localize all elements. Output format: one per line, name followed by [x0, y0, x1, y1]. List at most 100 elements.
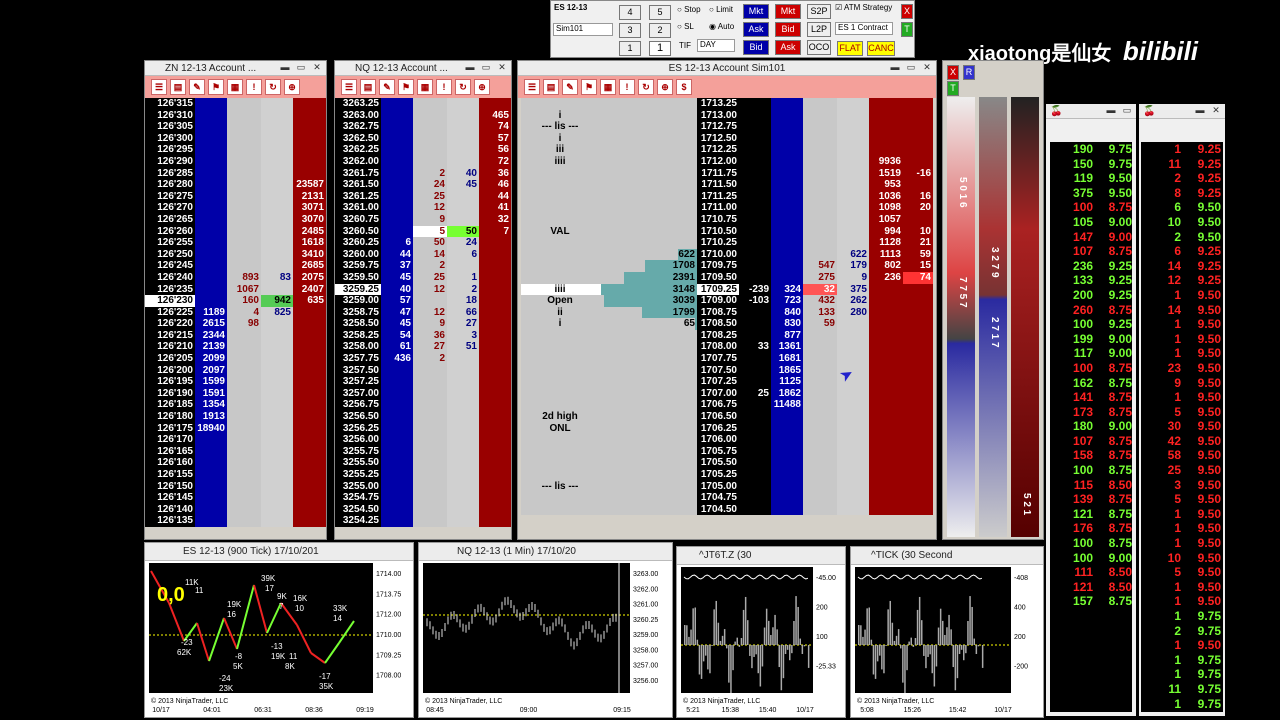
ladder-row[interactable]: Open 3039 1709.00 -103 723 432 262	[521, 295, 936, 307]
close-x-button[interactable]: X	[901, 4, 913, 19]
minimize-icon[interactable]: ▬	[1104, 105, 1118, 117]
tif-select[interactable]: DAY	[697, 39, 735, 52]
ladder-row[interactable]: 126'255 1618	[145, 237, 326, 249]
doc-icon[interactable]: ▤	[543, 79, 559, 95]
ladder-row[interactable]: 1706.00	[521, 434, 936, 446]
ladder-row[interactable]: 126'135	[145, 515, 326, 527]
qty-4-button[interactable]: 4	[619, 5, 641, 20]
clip-icon[interactable]: ▦	[417, 79, 433, 95]
tick-chart-plot[interactable]: -408400200-200-377.675:0815:2615:4210/17…	[855, 567, 1041, 715]
l2p-button[interactable]: L2P	[807, 22, 831, 37]
doc-icon[interactable]: ▤	[170, 79, 186, 95]
ladder-row[interactable]: 126'160	[145, 457, 326, 469]
flat-button[interactable]: FLAT	[837, 41, 863, 56]
ladder-row[interactable]: 3261.25 25 44	[335, 190, 511, 203]
ladder-row[interactable]: 1706.75 11488	[521, 399, 936, 412]
ladder-row[interactable]: i 65 1708.50 830 59	[521, 318, 936, 330]
ladder-row[interactable]: 126'315	[145, 98, 326, 110]
ladder-row[interactable]: 126'230 160 942 635	[145, 295, 326, 307]
close-icon[interactable]: ✕	[495, 62, 509, 74]
ladder-row[interactable]: 3258.75 47 12 66	[335, 306, 511, 319]
buy-bid-button[interactable]: Bid	[743, 40, 769, 55]
ladder-row[interactable]: 3255.25	[335, 469, 511, 481]
ladder-row[interactable]: 1711.00 1098 20	[521, 202, 936, 214]
ladder-row[interactable]: 126'140	[145, 503, 326, 516]
ladder-row[interactable]: 3254.75	[335, 492, 511, 504]
ladder-row[interactable]: 126'290	[145, 155, 326, 168]
ladder-row[interactable]: 126'150	[145, 480, 326, 493]
s2p-button[interactable]: S2P	[807, 4, 831, 19]
meter-x-button[interactable]: X	[947, 65, 959, 80]
ladder-row[interactable]: 1705.25	[521, 469, 936, 481]
ladder-row[interactable]: 3260.25 6 50 24	[335, 237, 511, 249]
ladder-row[interactable]: 1707.25 1125	[521, 376, 936, 388]
close-icon[interactable]: ✕	[920, 62, 934, 74]
ladder-row[interactable]: 3257.00	[335, 387, 511, 400]
ladder-row[interactable]: 1707.50 1865	[521, 364, 936, 377]
ladder-row[interactable]: 126'295	[145, 144, 326, 156]
ladder-row[interactable]: 3262.25 56	[335, 144, 511, 156]
ladder-row[interactable]: 3255.00	[335, 480, 511, 493]
ladder-row[interactable]: 126'240 893 83 2075	[145, 271, 326, 284]
ladder-row[interactable]: 126'270 3071	[145, 202, 326, 214]
ladder-row[interactable]: iii 1712.25	[521, 144, 936, 156]
close-icon[interactable]: ✕	[310, 62, 324, 74]
clip-icon[interactable]: ▦	[600, 79, 616, 95]
atm-strategy-checkbox[interactable]: ☑ ATM Strategy	[835, 3, 892, 12]
ladder-row[interactable]: 1708.25 877	[521, 329, 936, 342]
ladder-row[interactable]: ii 1799 1708.75 840 133 280	[521, 306, 936, 319]
ladder-row[interactable]: 126'305	[145, 121, 326, 133]
ladder-row[interactable]: ONL 1706.25	[521, 422, 936, 435]
ladder-row[interactable]: 1704.75	[521, 492, 936, 504]
ladder-row[interactable]: 3261.75 2 40 36	[335, 167, 511, 180]
pin-icon[interactable]: ⊕	[474, 79, 490, 95]
sl-radio[interactable]: ○ SL	[677, 22, 694, 31]
refresh-icon[interactable]: ↻	[638, 79, 654, 95]
ladder-row[interactable]: 3260.75 9 32	[335, 213, 511, 226]
maximize-icon[interactable]: ▭	[904, 62, 918, 74]
meter-t-button[interactable]: T	[947, 81, 959, 96]
es-price-ladder[interactable]: 1713.25 i 1713.00 --- lis --- 1712.75 i 1712.5…	[521, 98, 936, 539]
pencil-icon[interactable]: ✎	[189, 79, 205, 95]
ladder-row[interactable]: 126'200 2097	[145, 364, 326, 377]
ladder-row[interactable]: 3256.50	[335, 411, 511, 423]
ladder-row[interactable]: 126'260 2485	[145, 225, 326, 238]
ladder-row[interactable]: 3261.50 24 45 46	[335, 179, 511, 191]
meter-r-button[interactable]: R	[963, 65, 975, 80]
alert-icon[interactable]: !	[246, 79, 262, 95]
ladder-row[interactable]: 126'190 1591	[145, 387, 326, 400]
minimize-icon[interactable]: ▬	[278, 62, 292, 74]
ladder-row[interactable]: 126'215 2344	[145, 329, 326, 342]
ladder-row[interactable]: 126'300	[145, 132, 326, 145]
ladder-row[interactable]: 126'185 1354	[145, 399, 326, 412]
minimize-icon[interactable]: ▬	[463, 62, 477, 74]
oco-button[interactable]: OCO	[807, 40, 831, 55]
ladder-row[interactable]: 1708.00 33 1361	[521, 341, 936, 354]
ladder-row[interactable]: 126'175 18940	[145, 422, 326, 435]
ladder-row[interactable]: 3256.00	[335, 434, 511, 446]
tag-icon[interactable]: ⚑	[581, 79, 597, 95]
ladder-row[interactable]: 126'275 2131	[145, 190, 326, 203]
list-icon[interactable]: ☰	[151, 79, 167, 95]
ladder-row[interactable]: 126'220 2615 98	[145, 318, 326, 330]
ladder-row[interactable]: 1707.00 25 1862	[521, 387, 936, 400]
minimize-icon[interactable]: ▬	[888, 62, 902, 74]
maximize-icon[interactable]: ▭	[294, 62, 308, 74]
ladder-row[interactable]: iiii 3148 1709.25 -239 324 32 375	[521, 283, 936, 296]
ladder-row[interactable]: iiii 1712.00 9936	[521, 155, 936, 168]
ladder-row[interactable]: 126'180 1913	[145, 411, 326, 423]
ladder-row[interactable]: 126'165	[145, 445, 326, 458]
tag-icon[interactable]: ⚑	[208, 79, 224, 95]
ladder-row[interactable]: 126'280 23587	[145, 179, 326, 191]
qty-5-button[interactable]: 5	[649, 5, 671, 20]
ladder-row[interactable]: 1708 1709.75 547 179 802 15	[521, 260, 936, 272]
ladder-row[interactable]: 1710.25 1128 21	[521, 237, 936, 249]
pin-icon[interactable]: ⊕	[284, 79, 300, 95]
ladder-row[interactable]: 3261.00 12 41	[335, 202, 511, 214]
ladder-row[interactable]: 3255.75	[335, 445, 511, 458]
ladder-row[interactable]: 2391 1709.50 275 9 236 74	[521, 271, 936, 284]
pencil-icon[interactable]: ✎	[379, 79, 395, 95]
ladder-row[interactable]: 126'145	[145, 492, 326, 504]
ladder-row[interactable]: 1705.75	[521, 445, 936, 458]
ladder-row[interactable]: 126'195 1599	[145, 376, 326, 388]
